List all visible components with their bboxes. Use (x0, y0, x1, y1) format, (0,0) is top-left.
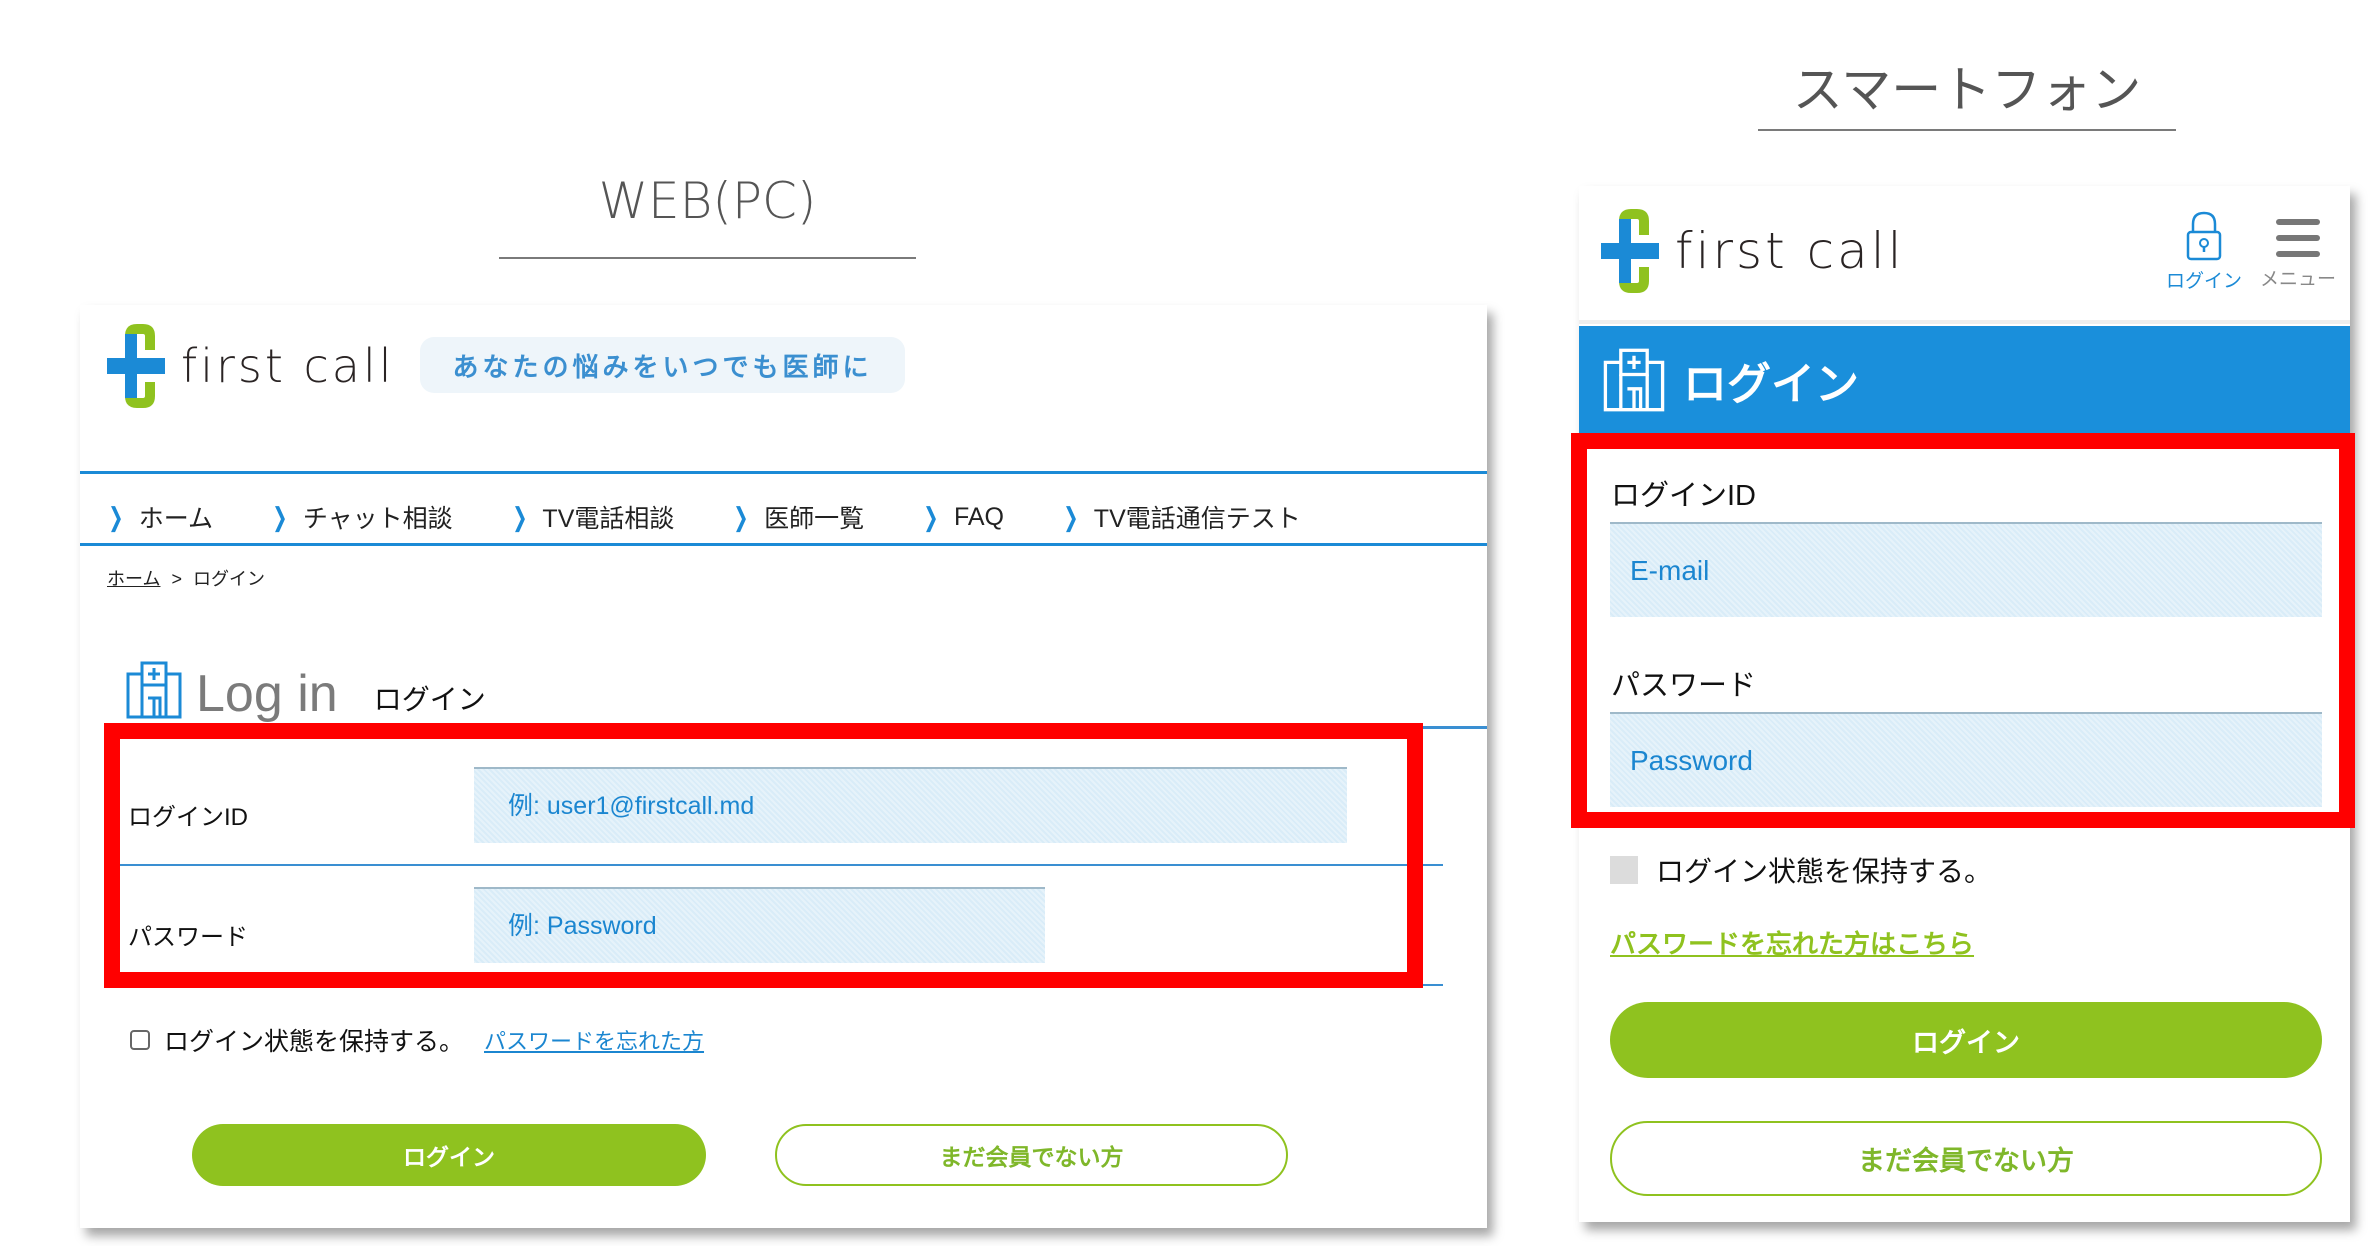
nav-item-chat[interactable]: ❯ チャット相談 (269, 499, 453, 535)
hospital-icon (126, 661, 182, 719)
first-call-logo-icon (1601, 209, 1659, 293)
nav-item-label: チャット相談 (302, 505, 453, 533)
sp-section-rule (1758, 129, 2176, 131)
nav-item-label: FAQ (953, 502, 1004, 531)
breadcrumb-separator: > (171, 569, 182, 589)
sp-section-title: スマートフォン (1792, 61, 2142, 119)
remember-login-checkbox[interactable] (130, 1030, 150, 1050)
sp-remember-login-label: ログイン状態を保持する。 (1656, 856, 1993, 887)
nav-bottom-border (80, 543, 1487, 546)
page-heading: Log in ログイン (124, 660, 486, 720)
hospital-icon (1603, 348, 1665, 411)
sp-forgot-password-link[interactable]: パスワードを忘れた方はこちら (1610, 924, 1974, 961)
sp-login-button[interactable]: ログイン (1610, 1002, 2322, 1078)
sp-remember-login-checkbox[interactable] (1610, 856, 1638, 884)
first-call-logo-icon (107, 324, 165, 408)
chevron-right-icon: ❯ (923, 501, 939, 532)
chevron-right-icon: ❯ (733, 501, 749, 532)
pc-section-rule (499, 257, 916, 259)
brand-name: first call (181, 339, 395, 393)
brand-tagline: あなたの悩みをいつでも医師に (420, 337, 905, 393)
breadcrumb-home-link[interactable]: ホーム (107, 569, 160, 589)
sp-menu-label: メニュー (2259, 269, 2336, 290)
nav-item-label: 医師一覧 (764, 505, 865, 533)
pc-highlight-box (104, 723, 1423, 988)
sp-logo[interactable]: first call (1599, 202, 1905, 300)
nav-item-faq[interactable]: ❯ FAQ (920, 502, 1004, 533)
remember-login-label: ログイン状態を保持する。 (164, 1028, 465, 1056)
nav-item-tv-test[interactable]: ❯ TV電話通信テスト (1060, 499, 1301, 535)
sp-menu-button[interactable]: メニュー (2255, 216, 2341, 291)
sp-page-title: ログイン (1683, 359, 1859, 409)
sp-header-divider (1579, 320, 2350, 324)
nav-item-label: TV電話通信テスト (1093, 505, 1301, 533)
sp-remember-login-row: ログイン状態を保持する。 (1610, 850, 1992, 890)
sp-page-banner: ログイン (1579, 326, 2350, 433)
lock-icon (2186, 211, 2222, 261)
main-nav: ❯ ホーム ❯ チャット相談 ❯ TV電話相談 ❯ 医師一覧 ❯ FAQ ❯ TV電話通信テ… (105, 492, 1357, 542)
chevron-right-icon: ❯ (272, 501, 288, 532)
register-button[interactable]: まだ会員でない方 (775, 1124, 1288, 1186)
heading-ja: ログイン (373, 684, 486, 715)
sp-register-button[interactable]: まだ会員でない方 (1610, 1121, 2322, 1196)
chevron-right-icon: ❯ (1063, 501, 1079, 532)
chevron-right-icon: ❯ (511, 501, 528, 532)
forgot-password-link[interactable]: パスワードを忘れた方 (484, 1024, 704, 1056)
heading-en: Log in (196, 665, 338, 723)
pc-section-title: WEB(PC) (598, 172, 817, 230)
sp-highlight-box (1571, 433, 2355, 828)
nav-item-home[interactable]: ❯ ホーム (105, 499, 213, 535)
breadcrumb: ホーム > ログイン (107, 565, 265, 591)
pc-logo[interactable]: first call (105, 320, 395, 412)
nav-item-label: ホーム (138, 505, 214, 533)
hamburger-menu-icon (2276, 219, 2320, 257)
sp-login-icon-button[interactable]: ログイン (2164, 210, 2244, 293)
chevron-right-icon: ❯ (108, 501, 124, 532)
nav-item-tv-call[interactable]: ❯ TV電話相談 (509, 499, 675, 535)
brand-name: first call (1675, 222, 1905, 280)
nav-item-doctors[interactable]: ❯ 医師一覧 (730, 499, 865, 535)
nav-item-label: TV電話相談 (542, 505, 675, 533)
nav-top-border (80, 471, 1487, 474)
login-button[interactable]: ログイン (192, 1124, 706, 1186)
remember-login-row: ログイン状態を保持する。 (130, 1022, 464, 1058)
sp-login-icon-label: ログイン (2165, 271, 2242, 292)
breadcrumb-current: ログイン (193, 569, 266, 589)
